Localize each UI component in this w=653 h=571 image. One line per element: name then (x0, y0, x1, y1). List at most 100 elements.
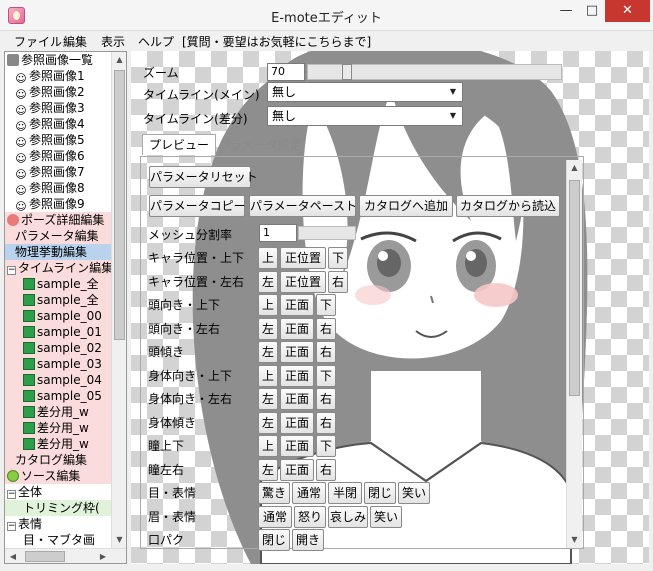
tree-item[interactable]: sample_01 (5, 324, 111, 340)
tree-vertical-scrollbar[interactable]: ▲ ▼ (111, 52, 126, 548)
parameter-reset-button[interactable]: パラメータリセット (149, 166, 258, 188)
parameter-button[interactable]: 正面 (280, 459, 314, 481)
parameter-button[interactable]: 下 (316, 435, 336, 457)
tab-preview[interactable]: プレビュー (142, 134, 217, 155)
parameter-button[interactable]: 下 (328, 247, 348, 269)
parameter-button[interactable]: 笑い (370, 506, 402, 528)
catalog-load-button[interactable]: カタログから読込 (456, 195, 560, 217)
tree-item[interactable]: sample_05 (5, 388, 111, 404)
parameter-paste-button[interactable]: パラメータペースト (249, 195, 357, 217)
parameter-button[interactable]: 通常 (292, 482, 326, 504)
tree-item[interactable]: sample_02 (5, 340, 111, 356)
tree-item[interactable]: 差分用_w (5, 420, 111, 436)
tree-item[interactable]: ☺ 参照画像7 (5, 164, 111, 180)
tree-item[interactable]: 参照画像一覧 (5, 52, 111, 68)
expander-icon[interactable]: − (7, 522, 16, 531)
parameter-button[interactable]: 右 (316, 459, 336, 481)
tree-item[interactable]: ポーズ詳細編集 (5, 212, 111, 228)
tree-item[interactable]: ☺ 参照画像1 (5, 68, 111, 84)
close-button[interactable]: ✕ (605, 0, 650, 22)
tree-item[interactable]: sample_全 (5, 292, 111, 308)
parameter-button[interactable]: 半閉 (328, 482, 362, 504)
tree-item[interactable]: ☺ 参照画像8 (5, 180, 111, 196)
tree-item[interactable]: sample_04 (5, 372, 111, 388)
tree-item[interactable]: パラメータ編集 (5, 228, 111, 244)
scroll-up-icon[interactable]: ▲ (567, 160, 582, 176)
parameter-button[interactable]: 左 (258, 318, 278, 340)
menu-view[interactable]: 表示 (101, 33, 125, 50)
chevron-down-icon[interactable]: ▼ (445, 108, 461, 124)
tree-item[interactable]: ☺ 参照画像3 (5, 100, 111, 116)
tree-item[interactable]: 差分用_w (5, 404, 111, 420)
parameter-button[interactable]: 正位置 (280, 247, 326, 269)
parameter-button[interactable]: 開き (292, 529, 324, 551)
parameter-button[interactable]: 正面 (280, 388, 314, 410)
tree-item[interactable]: ☺ 参照画像4 (5, 116, 111, 132)
parameter-button[interactable]: 正面 (280, 318, 314, 340)
menu-edit[interactable]: 編集 (63, 33, 87, 50)
parameter-button[interactable]: 下 (316, 365, 336, 387)
parameter-button[interactable]: 通常 (258, 506, 292, 528)
tree-item[interactable]: − 全体 (5, 484, 111, 500)
parameter-button[interactable]: 驚き (258, 482, 290, 504)
expander-icon[interactable]: − (7, 490, 16, 499)
scroll-left-icon[interactable]: ◀ (5, 549, 21, 563)
tree-item[interactable]: ソース編集 (5, 468, 111, 484)
params-scroll-thumb[interactable] (569, 180, 580, 396)
tree-item[interactable]: sample_全 (5, 276, 111, 292)
parameter-button[interactable]: 左 (258, 341, 278, 363)
parameter-button[interactable]: 正面 (280, 435, 314, 457)
timeline-diff-select[interactable]: 無し ▼ (267, 106, 463, 126)
chevron-down-icon[interactable]: ▼ (445, 84, 461, 100)
menu-file[interactable]: ファイル (14, 33, 62, 50)
parameter-button[interactable]: 左 (258, 388, 278, 410)
parameter-button[interactable]: 左 (258, 412, 278, 434)
mesh-input[interactable]: 1 (259, 224, 297, 242)
scroll-right-icon[interactable]: ▶ (95, 549, 111, 563)
tree-item[interactable]: − タイムライン編集 (5, 260, 111, 276)
tree-item[interactable]: sample_00 (5, 308, 111, 324)
parameter-button[interactable]: 左 (258, 271, 278, 293)
scroll-down-icon[interactable]: ▼ (112, 532, 126, 548)
parameter-button[interactable]: 正面 (280, 365, 314, 387)
params-vertical-scrollbar[interactable]: ▲ ▼ (566, 160, 582, 548)
parameter-button[interactable]: 閉じ (364, 482, 396, 504)
tree-item[interactable]: トリミング枠( (5, 500, 111, 516)
parameter-copy-button[interactable]: パラメータコピー (149, 195, 246, 217)
parameter-button[interactable]: 上 (258, 294, 278, 316)
scroll-down-icon[interactable]: ▼ (567, 532, 582, 548)
parameter-button[interactable]: 右 (316, 341, 336, 363)
scroll-up-icon[interactable]: ▲ (112, 52, 126, 68)
parameter-button[interactable]: 怒り (294, 506, 326, 528)
parameter-button[interactable]: 正面 (280, 341, 314, 363)
parameter-button[interactable]: 右 (316, 412, 336, 434)
tree-item[interactable]: ☺ 参照画像2 (5, 84, 111, 100)
parameter-button[interactable]: 左 (258, 459, 278, 481)
parameter-button[interactable]: 閉じ (258, 529, 290, 551)
parameter-button[interactable]: 右 (316, 388, 336, 410)
zoom-slider-thumb[interactable] (342, 64, 352, 80)
parameter-button[interactable]: 哀しみ (328, 506, 368, 528)
parameter-button[interactable]: 正面 (280, 294, 314, 316)
parameter-button[interactable]: 笑い (398, 482, 430, 504)
tab-parameter-settings[interactable]: パラメータ設定 (212, 135, 308, 156)
minimize-button[interactable]: — (553, 0, 579, 22)
parameter-button[interactable]: 上 (258, 435, 278, 457)
tree-item[interactable]: − 表情 (5, 516, 111, 532)
zoom-input[interactable]: 70 (267, 63, 305, 81)
parameter-button[interactable]: 下 (316, 294, 336, 316)
mesh-slider[interactable] (298, 226, 356, 240)
parameter-button[interactable]: 上 (258, 247, 278, 269)
maximize-button[interactable]: □ (579, 0, 605, 22)
parameter-button[interactable]: 右 (328, 271, 348, 293)
tree-item[interactable]: カタログ編集 (5, 452, 111, 468)
tree-item[interactable]: 物理挙動編集 (5, 244, 111, 260)
tree-item[interactable]: sample_03 (5, 356, 111, 372)
tree-item[interactable]: ☺ 参照画像9 (5, 196, 111, 212)
tree-item[interactable]: ☺ 参照画像5 (5, 132, 111, 148)
tree-item[interactable]: 目・マブタ画 (5, 532, 111, 548)
tree-horizontal-scrollbar[interactable]: ◀ ▶ (5, 548, 126, 563)
zoom-slider[interactable] (307, 64, 562, 80)
parameter-button[interactable]: 右 (316, 318, 336, 340)
menu-help[interactable]: ヘルプ (138, 33, 174, 50)
